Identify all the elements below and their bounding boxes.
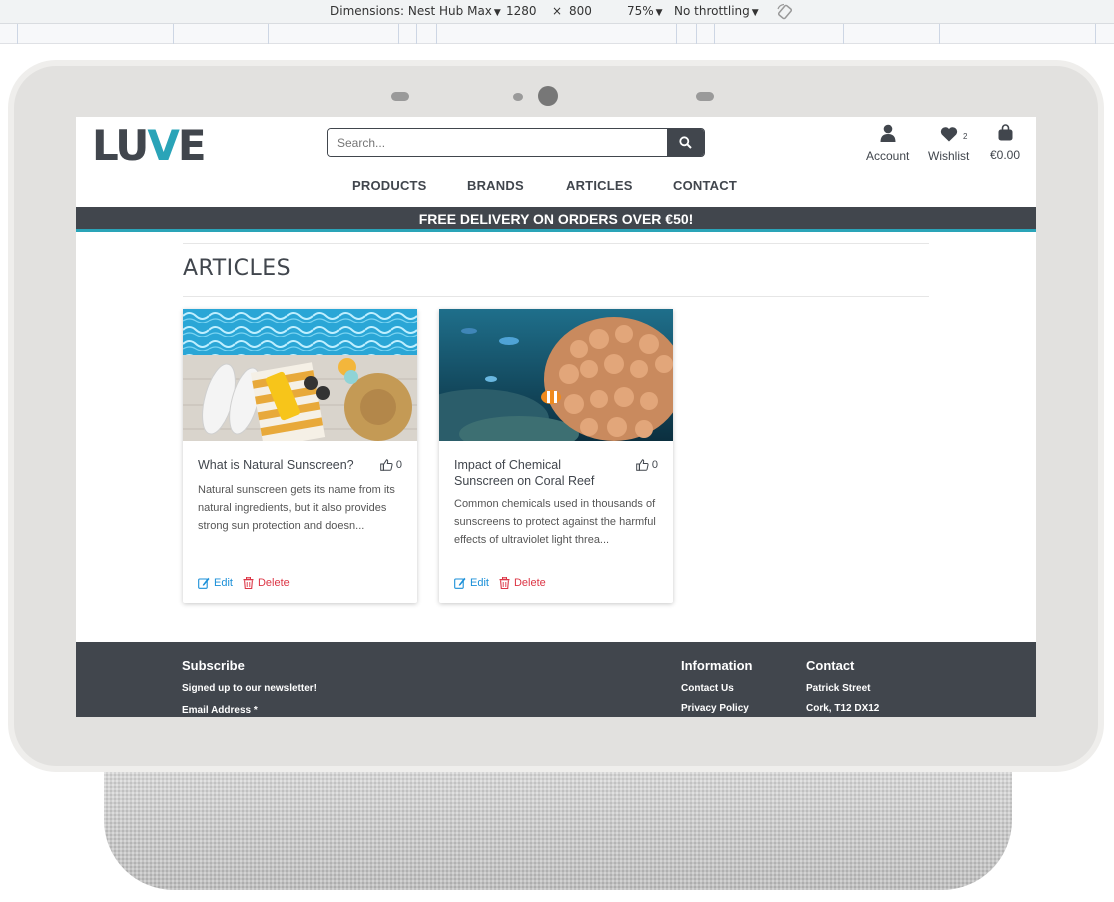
logo-accent: V [147,121,179,170]
dimensions-dropdown[interactable]: Dimensions: Nest Hub Max ▼ [330,4,501,18]
nav-products[interactable]: PRODUCTS [352,178,427,193]
device-fabric-stand [104,772,1012,890]
heart-icon [940,127,957,142]
device-screen: LUVE Account Wishlist 2 €0.00 PRODUCTS B… [76,117,1036,717]
delete-label: Delete [257,577,290,589]
site-footer: Subscribe Signed up to our newsletter! E… [76,642,1036,717]
divider [183,296,929,297]
contact-heading: Contact [806,658,855,673]
page-title: ARTICLES [183,256,292,281]
promo-banner: FREE DELIVERY ON ORDERS OVER €50! [76,207,1036,232]
delete-button[interactable]: Delete [499,577,546,589]
email-label: Email Address * [182,705,258,716]
throttling-dropdown[interactable]: No throttling ▼ [674,4,759,18]
nav-articles[interactable]: ARTICLES [566,178,633,193]
article-card[interactable]: Impact of Chemical Sunscreen on Coral Re… [439,309,673,603]
devtools-device-toolbar: Dimensions: Nest Hub Max ▼ 1280 × 800 75%… [0,0,1114,24]
zoom-dropdown[interactable]: 75% ▼ [627,4,663,18]
trash-icon [243,577,254,589]
likes-count: 0 [651,459,658,471]
divider [183,243,929,244]
caret-down-icon: ▼ [751,8,759,18]
bag-link[interactable]: €0.00 [990,124,1020,162]
likes-count: 0 [395,459,402,471]
caret-down-icon: ▼ [493,8,501,18]
user-icon [880,124,896,142]
device-sensor [391,92,409,101]
search-input[interactable] [328,129,668,156]
device-camera [538,86,558,106]
nav-contact[interactable]: CONTACT [673,178,737,193]
subscribe-heading: Subscribe [182,658,245,673]
edit-button[interactable]: Edit [198,577,233,589]
wishlist-link[interactable]: Wishlist [928,124,969,163]
wishlist-count-badge: 2 [963,132,968,141]
edit-button[interactable]: Edit [454,577,489,589]
throttling-label: No throttling [674,4,750,18]
article-title[interactable]: What is Natural Sunscreen? [198,457,358,473]
subscribe-text: Signed up to our newsletter! [182,683,318,694]
dimensions-label: Dimensions: Nest Hub Max [330,4,492,18]
device-sensor [513,93,523,101]
footer-link-privacy-policy[interactable]: Privacy Policy [681,703,749,714]
search-form [327,128,705,157]
delete-label: Delete [513,577,546,589]
search-button[interactable] [667,129,704,156]
edit-icon [198,577,210,589]
height-input[interactable]: 800 [569,4,592,18]
article-title[interactable]: Impact of Chemical Sunscreen on Coral Re… [454,457,614,489]
caret-down-icon: ▼ [655,8,663,18]
trash-icon [499,577,510,589]
article-card[interactable]: What is Natural Sunscreen? 0 Natural sun… [183,309,417,603]
delete-button[interactable]: Delete [243,577,290,589]
times-sign: × [552,4,563,18]
logo-text: LU [92,121,149,170]
contact-address-line: Patrick Street [806,683,871,694]
account-link[interactable]: Account [866,124,909,163]
footer-link-contact-us[interactable]: Contact Us [681,683,734,694]
account-label: Account [866,149,910,163]
logo-text-end: E [177,121,207,170]
device-sensor [696,92,714,101]
zoom-label: 75% [627,4,654,18]
like-button[interactable]: 0 [380,459,402,471]
width-input[interactable]: 1280 [506,4,537,18]
site-logo[interactable]: LUVE [92,121,207,170]
edit-icon [454,577,466,589]
thumbs-up-icon [636,459,649,471]
wishlist-label: Wishlist [928,149,970,163]
like-button[interactable]: 0 [636,459,658,471]
edit-label: Edit [214,577,233,589]
shopping-bag-icon [998,124,1013,141]
bag-total: €0.00 [990,148,1021,162]
thumbs-up-icon [380,459,393,471]
nav-brands[interactable]: BRANDS [467,178,524,193]
article-excerpt: Common chemicals used in thousands of su… [454,498,656,546]
contact-address-line: Cork, T12 DX12 [806,703,880,714]
edit-label: Edit [470,577,489,589]
information-heading: Information [681,658,753,673]
rotate-icon[interactable] [776,3,794,21]
media-query-ruler [0,24,1114,44]
article-image-sunscreen[interactable] [183,309,417,441]
search-icon [679,136,692,149]
article-image-coral-reef[interactable] [439,309,673,441]
article-excerpt: Natural sunscreen gets its name from its… [198,484,395,532]
